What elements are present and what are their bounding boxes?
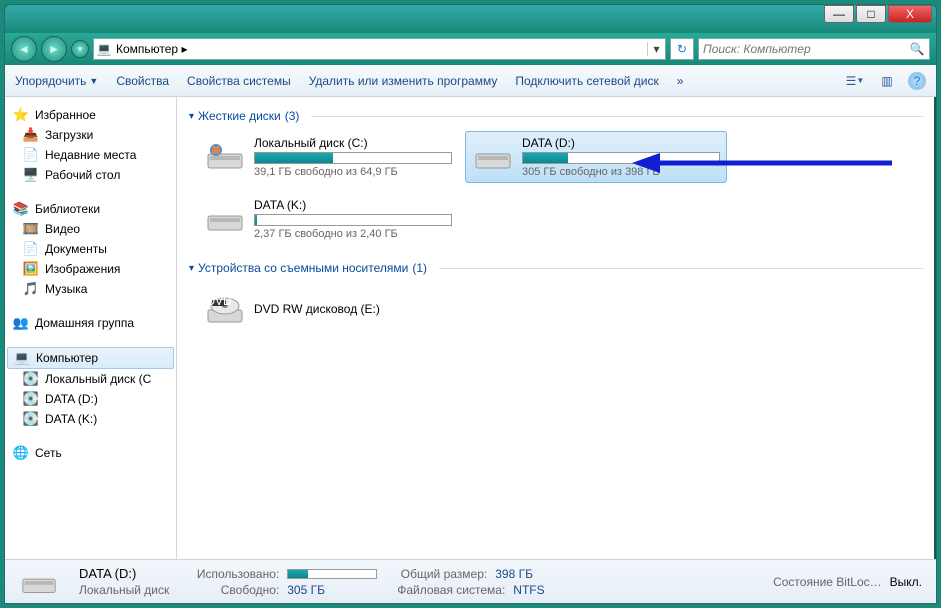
nav-bar: ◄ ► ▾ 💻 Компьютер ▸ ▾ ↻ 🔍 — [5, 33, 936, 65]
body: ⭐Избранное 📥Загрузки 📄Недавние места 🖥️Р… — [5, 97, 936, 559]
drive-c[interactable]: Локальный диск (C:) 39,1 ГБ свободно из … — [197, 131, 459, 183]
drive-name: DATA (K:) — [254, 198, 452, 212]
preview-pane-button[interactable]: ▥ — [876, 70, 898, 92]
star-icon: ⭐ — [13, 107, 29, 123]
homegroup-icon: 👥 — [13, 315, 29, 331]
drive-free-text: 305 ГБ свободно из 398 ГБ — [522, 166, 720, 178]
nav-pane: ⭐Избранное 📥Загрузки 📄Недавние места 🖥️Р… — [5, 97, 177, 559]
status-name: DATA (D:) — [79, 566, 169, 581]
downloads-icon: 📥 — [23, 127, 39, 143]
drive-icon: 💽 — [23, 411, 39, 427]
sidebar-recent[interactable]: 📄Недавние места — [5, 145, 176, 165]
search-box[interactable]: 🔍 — [698, 38, 930, 60]
computer-icon: 💻 — [94, 42, 114, 56]
maximize-button[interactable]: □ — [856, 5, 886, 23]
address-bar[interactable]: 💻 Компьютер ▸ ▾ — [93, 38, 666, 60]
sidebar-documents[interactable]: 📄Документы — [5, 239, 176, 259]
sidebar-downloads[interactable]: 📥Загрузки — [5, 125, 176, 145]
sidebar-pictures[interactable]: 🖼️Изображения — [5, 259, 176, 279]
sidebar-videos[interactable]: 🎞️Видео — [5, 219, 176, 239]
drive-icon — [472, 136, 514, 178]
drive-name: DVD RW дисковод (E:) — [254, 302, 452, 316]
sidebar-computer[interactable]: 💻Компьютер — [7, 347, 174, 369]
toolbar: Упорядочить▼ Свойства Свойства системы У… — [5, 65, 936, 97]
drive-name: DATA (D:) — [522, 136, 720, 150]
sidebar-drive-d[interactable]: 💽DATA (D:) — [5, 389, 176, 409]
drive-icon: 💽 — [23, 391, 39, 407]
organize-menu[interactable]: Упорядочить▼ — [15, 74, 98, 88]
system-properties-button[interactable]: Свойства системы — [187, 74, 291, 88]
map-drive-button[interactable]: Подключить сетевой диск — [515, 74, 658, 88]
sidebar-libraries[interactable]: 📚Библиотеки — [5, 199, 176, 219]
usage-bar — [254, 152, 452, 164]
video-icon: 🎞️ — [23, 221, 39, 237]
forward-button[interactable]: ► — [41, 36, 67, 62]
sidebar-music[interactable]: 🎵Музыка — [5, 279, 176, 299]
sidebar-homegroup[interactable]: 👥Домашняя группа — [5, 313, 176, 333]
document-icon: 📄 — [23, 241, 39, 257]
desktop-icon: 🖥️ — [23, 167, 39, 183]
collapse-icon: ▾ — [189, 111, 194, 122]
status-type: Локальный диск — [79, 583, 169, 597]
recent-icon: 📄 — [23, 147, 39, 163]
network-icon: 🌐 — [13, 445, 29, 461]
address-dropdown[interactable]: ▾ — [647, 42, 665, 56]
search-icon: 🔍 — [905, 42, 929, 56]
group-removable[interactable]: ▾ Устройства со съемными носителями (1) — [189, 261, 924, 275]
drive-k[interactable]: DATA (K:) 2,37 ГБ свободно из 2,40 ГБ — [197, 193, 459, 245]
explorer-window: — □ X ◄ ► ▾ 💻 Компьютер ▸ ▾ ↻ 🔍 Упорядоч… — [4, 4, 937, 604]
uninstall-button[interactable]: Удалить или изменить программу — [309, 74, 498, 88]
sidebar-favorites[interactable]: ⭐Избранное — [5, 105, 176, 125]
drive-icon — [204, 198, 246, 240]
libraries-icon: 📚 — [13, 201, 29, 217]
usage-bar — [522, 152, 720, 164]
sidebar-drive-k[interactable]: 💽DATA (K:) — [5, 409, 176, 429]
minimize-button[interactable]: — — [824, 5, 854, 23]
details-pane: DATA (D:) Локальный диск Использовано: С… — [5, 559, 936, 603]
drive-icon: 💽 — [23, 371, 39, 387]
properties-button[interactable]: Свойства — [116, 74, 169, 88]
refresh-button[interactable]: ↻ — [670, 38, 694, 60]
drive-free-text: 2,37 ГБ свободно из 2,40 ГБ — [254, 228, 452, 240]
dvd-drive-icon: DVD — [204, 288, 246, 330]
music-icon: 🎵 — [23, 281, 39, 297]
status-used-bar — [287, 569, 377, 579]
drive-free-text: 39,1 ГБ свободно из 64,9 ГБ — [254, 166, 452, 178]
usage-bar — [254, 214, 452, 226]
help-button[interactable]: ? — [908, 72, 926, 90]
picture-icon: 🖼️ — [23, 261, 39, 277]
close-button[interactable]: X — [888, 5, 932, 23]
content-pane: ▾ Жесткие диски (3) Локальный диск (C:) … — [177, 97, 936, 559]
svg-text:DVD: DVD — [206, 294, 232, 308]
drive-name: Локальный диск (C:) — [254, 136, 452, 150]
toolbar-overflow[interactable]: » — [677, 74, 684, 88]
titlebar: — □ X — [5, 5, 936, 33]
group-hard-disks[interactable]: ▾ Жесткие диски (3) — [189, 109, 924, 123]
history-dropdown[interactable]: ▾ — [71, 40, 89, 58]
sidebar-network[interactable]: 🌐Сеть — [5, 443, 176, 463]
sidebar-desktop[interactable]: 🖥️Рабочий стол — [5, 165, 176, 185]
drive-e-dvd[interactable]: DVD DVD RW дисковод (E:) — [197, 283, 459, 335]
sidebar-drive-c[interactable]: 💽Локальный диск (C — [5, 369, 176, 389]
view-options-button[interactable]: ☰▼ — [844, 70, 866, 92]
computer-icon: 💻 — [14, 350, 30, 366]
back-button[interactable]: ◄ — [11, 36, 37, 62]
drive-icon — [204, 136, 246, 178]
address-text: Компьютер ▸ — [114, 42, 647, 56]
collapse-icon: ▾ — [189, 263, 194, 274]
drive-d[interactable]: DATA (D:) 305 ГБ свободно из 398 ГБ — [465, 131, 727, 183]
search-input[interactable] — [699, 42, 905, 56]
drive-icon — [19, 562, 59, 602]
